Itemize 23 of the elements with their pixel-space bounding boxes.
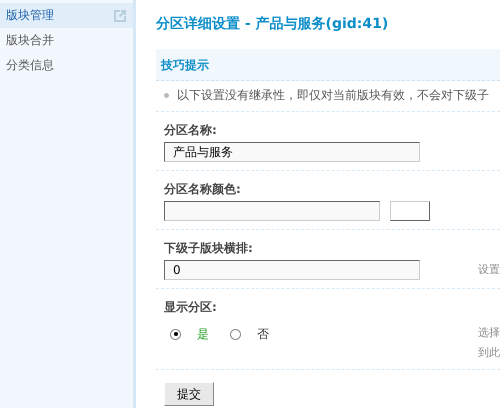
page-title: 分区详细设置 - 产品与服务(gid:41) [156,14,390,34]
hint-text: 到此 [478,345,500,361]
radio-label[interactable]: 是 [197,325,209,343]
sidebar-item[interactable]: 分类信息 [0,53,133,78]
sidebar-item[interactable]: 版块管理 [0,3,133,28]
hint-text: 设置 [478,262,500,278]
tips-heading: 技巧提示 [156,49,500,81]
sidebar-item[interactable]: 版块合并 [0,28,133,53]
text-field[interactable] [164,201,380,221]
bullet-icon [164,93,169,98]
text-field[interactable]: 产品与服务 [164,142,420,162]
radio-button[interactable] [230,328,241,340]
tip-text: 以下设置没有继承性，即仅对当前版块有效，不会对下级子 [177,88,489,102]
field-label: 下级子版块横排: [164,240,254,257]
field-label: 显示分区: [164,299,218,316]
field-label: 分区名称颜色: [164,181,242,198]
radio-button[interactable] [170,328,181,340]
radio-label[interactable]: 否 [257,325,269,343]
color-swatch[interactable] [390,201,430,221]
submit-button[interactable]: 提交 [164,382,214,406]
text-field[interactable]: 0 [164,260,420,280]
hint-text: 选择 [478,325,500,341]
field-label: 分区名称: [164,122,218,139]
